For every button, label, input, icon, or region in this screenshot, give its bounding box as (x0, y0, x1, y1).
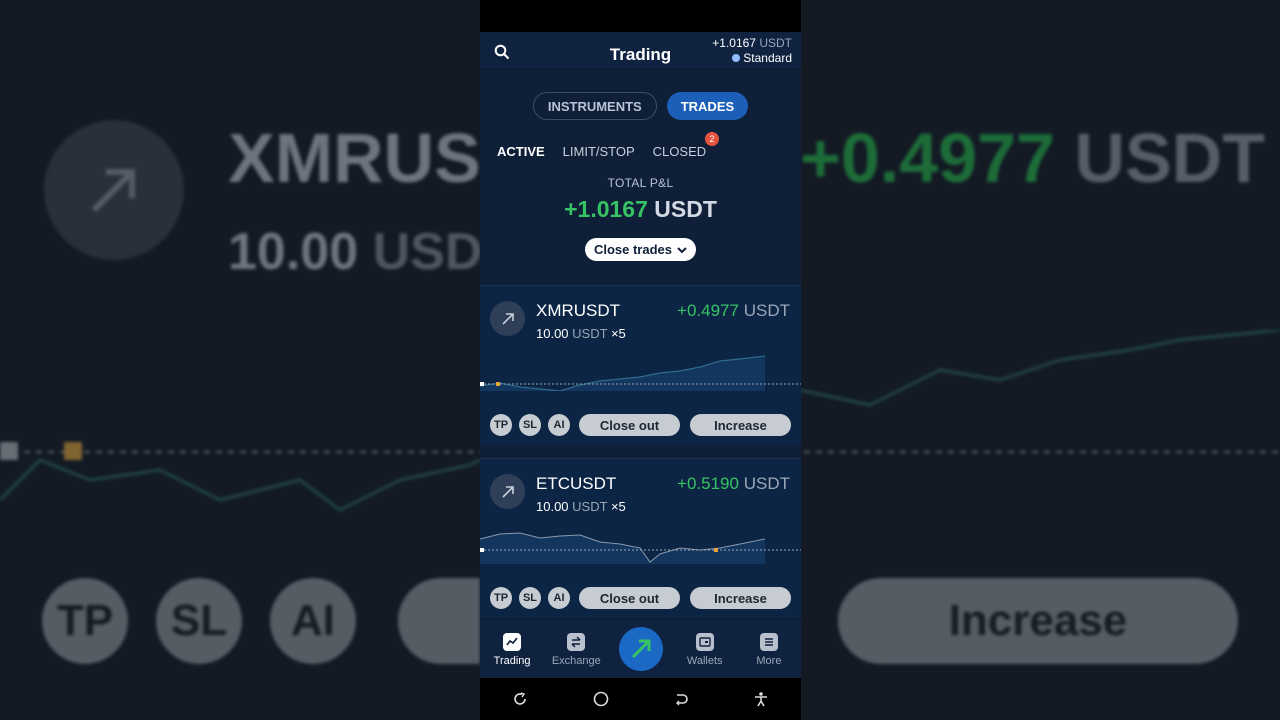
subtab-closed[interactable]: CLOSED (653, 144, 706, 159)
trade-sparkline (480, 532, 801, 564)
tab-wallets-label: Wallets (686, 655, 723, 667)
menu-icon (759, 633, 778, 651)
screen: XMRUSDT 10.00 USDT +0.4977 USDT TP SL AI… (0, 0, 1280, 720)
tp-button[interactable]: TP (490, 414, 512, 436)
ai-button[interactable]: AI (548, 414, 570, 436)
tab-more[interactable]: More (737, 620, 801, 678)
sl-button[interactable]: SL (519, 414, 541, 436)
account-type: Standard (743, 51, 792, 65)
backdrop-tp: TP (42, 578, 128, 664)
tp-button[interactable]: TP (490, 587, 512, 609)
ai-button[interactable]: AI (548, 587, 570, 609)
trade-pnl: +0.5190 USDT (677, 474, 790, 493)
tab-trading[interactable]: Trading (480, 620, 544, 678)
home-icon[interactable] (592, 690, 610, 708)
phone-screen: Trading +1.0167 USDT Standard INSTRUMENT… (480, 0, 801, 720)
backdrop-amount: 10.00 USDT (228, 223, 515, 281)
backdrop-pnl: +0.4977 USDT (800, 119, 1265, 197)
close-trades-label: Close trades (593, 242, 673, 257)
chevron-down-icon (677, 246, 687, 253)
bottom-tab-bar: Trading Exchange Wallets More (480, 620, 801, 678)
chart-icon (503, 633, 522, 651)
arrow-up-right-icon (91, 169, 135, 213)
trade-card[interactable]: ETCUSDT 10.00 USDT ×5 +0.5190 USDT TP SL… (480, 458, 801, 618)
arrow-up-right-icon (501, 312, 514, 325)
tab-exchange[interactable]: Exchange (544, 620, 608, 678)
status-bar (480, 0, 801, 32)
backdrop-increase: Increase (838, 578, 1238, 664)
exchange-icon (567, 633, 586, 651)
account-balance: +1.0167 (712, 36, 756, 50)
close-out-button[interactable]: Close out (579, 414, 680, 436)
tab-wallets[interactable]: Wallets (673, 620, 737, 678)
close-trades-button[interactable]: Close trades (584, 238, 697, 261)
tab-trades[interactable]: TRADES (666, 92, 749, 120)
account-type-dot (732, 54, 741, 62)
trade-amount: 10.00 USDT ×5 (536, 326, 626, 341)
total-pnl-label: TOTAL P&L (607, 176, 674, 190)
closed-count-badge: 2 (705, 132, 719, 146)
trade-sparkline (480, 355, 801, 391)
trade-amount: 10.00 USDT ×5 (536, 499, 626, 514)
backdrop-sl: SL (156, 578, 242, 664)
backdrop-ai: AI (270, 578, 356, 664)
trade-card[interactable]: XMRUSDT 10.00 USDT ×5 +0.4977 USDT TP SL… (480, 285, 801, 445)
trade-direction-icon (490, 474, 525, 509)
top-bar: Trading +1.0167 USDT Standard (480, 32, 801, 70)
total-pnl-value: +1.0167 USDT (564, 196, 717, 222)
segment-control: INSTRUMENTS TRADES (480, 92, 801, 120)
wallet-icon (695, 633, 714, 651)
trade-symbol: XMRUSDT (536, 301, 621, 320)
trade-symbol: ETCUSDT (536, 474, 617, 493)
system-nav-bar (480, 678, 801, 720)
account-summary[interactable]: +1.0167 USDT Standard (712, 36, 792, 66)
new-trade-button[interactable] (618, 627, 663, 671)
trade-actions: TP SL AI Close out Increase (490, 414, 791, 436)
trade-pnl: +0.4977 USDT (677, 301, 790, 320)
trade-actions: TP SL AI Close out Increase (490, 587, 791, 609)
recent-apps-icon[interactable] (512, 691, 528, 707)
trend-up-icon (631, 639, 650, 659)
backdrop-close-pill (398, 578, 480, 664)
trade-subtabs: ACTIVE LIMIT/STOP CLOSED 2 (480, 132, 801, 159)
tab-trading-label: Trading (493, 655, 531, 667)
account-balance-unit: USDT (759, 36, 792, 50)
increase-button[interactable]: Increase (690, 414, 791, 436)
close-out-button[interactable]: Close out (579, 587, 680, 609)
tab-instruments[interactable]: INSTRUMENTS (532, 92, 657, 120)
trade-direction-icon (490, 301, 525, 336)
tab-new-trade[interactable] (608, 620, 672, 678)
accessibility-icon[interactable] (753, 691, 769, 707)
arrow-up-right-icon (501, 485, 514, 498)
increase-button[interactable]: Increase (690, 587, 791, 609)
tab-more-label: More (756, 655, 782, 667)
tab-exchange-label: Exchange (551, 655, 601, 667)
back-icon[interactable] (673, 691, 689, 707)
subtab-limit-stop[interactable]: LIMIT/STOP (563, 144, 635, 159)
sl-button[interactable]: SL (519, 587, 541, 609)
subtab-active[interactable]: ACTIVE (497, 144, 545, 159)
